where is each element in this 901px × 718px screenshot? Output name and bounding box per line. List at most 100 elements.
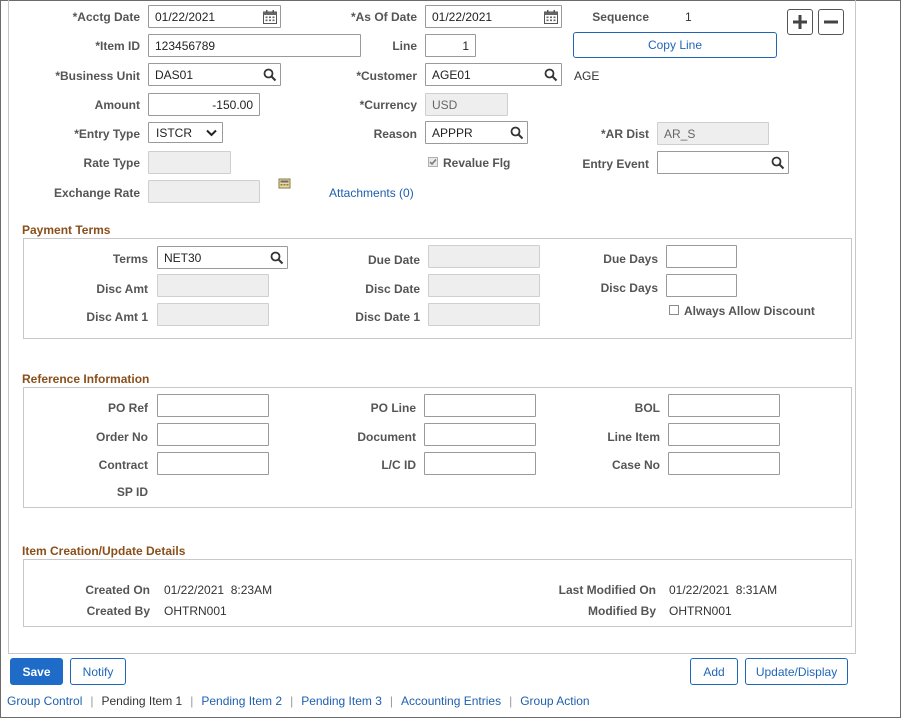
amount-label: Amount [94,98,140,112]
line-item-label: Line Item [607,430,660,444]
contract-input[interactable] [157,452,269,475]
currency-label: *Currency [359,98,417,112]
update-display-button[interactable]: Update/Display [745,658,848,685]
customer-label: *Customer [356,69,417,83]
tab-separator: | [90,694,94,708]
due-days-input[interactable] [666,245,737,268]
exchange-rate-calculator-icon[interactable] [278,177,292,190]
attachments-link[interactable]: Attachments (0) [329,186,414,200]
line-input[interactable] [425,34,476,57]
disc-amt-input [157,274,269,297]
tab-separator: | [290,694,294,708]
disc-days-label: Disc Days [600,281,658,295]
search-icon[interactable] [269,250,285,266]
disc-date-1-label: Disc Date 1 [355,310,420,324]
search-icon[interactable] [262,67,278,83]
notify-button[interactable]: Notify [70,658,126,685]
tab-pending-item-2[interactable]: Pending Item 2 [201,694,282,708]
last-modified-on-value: 01/22/2021 8:31AM [669,583,778,597]
revalue-flg-label: Revalue Flg [443,156,511,170]
search-icon[interactable] [509,125,525,141]
as-of-date-field[interactable] [425,5,562,28]
created-on-value: 01/22/2021 8:23AM [164,583,273,597]
as-of-date-input[interactable] [426,6,538,27]
contract-label: Contract [98,458,148,472]
calendar-icon[interactable] [262,9,278,25]
lc-id-input[interactable] [424,452,536,475]
acctg-date-field[interactable] [148,5,281,28]
tab-pending-item-1: Pending Item 1 [101,694,183,708]
entry-event-label: Entry Event [582,157,649,171]
entry-event-input[interactable] [658,152,768,173]
search-icon[interactable] [543,67,559,83]
reason-input[interactable] [426,122,506,143]
acctg-date-input[interactable] [149,6,259,27]
copy-line-button[interactable]: Copy Line [573,32,777,58]
disc-amt-1-label: Disc Amt 1 [86,310,148,324]
exchange-rate-input [148,180,260,203]
modified-by-label: Modified By [588,604,656,618]
tab-group-action[interactable]: Group Action [520,694,589,708]
calendar-icon[interactable] [543,9,559,25]
disc-date-input [428,274,540,297]
created-by-value: OHTRN001 [164,604,227,618]
bol-input[interactable] [668,394,780,417]
revalue-flg-checkbox[interactable] [428,157,438,167]
business-unit-field[interactable] [148,63,281,86]
lc-id-label: L/C ID [381,458,416,472]
always-allow-discount-checkbox[interactable] [669,305,679,315]
sequence-value: 1 [685,10,692,24]
po-ref-label: PO Ref [107,401,148,415]
entry-type-value: ISTCR [156,126,192,140]
tab-separator: | [389,694,394,708]
tab-separator: | [190,694,194,708]
tab-accounting-entries[interactable]: Accounting Entries [401,694,501,708]
checkmark-icon [429,159,437,166]
modified-by-value: OHTRN001 [669,604,732,618]
business-unit-input[interactable] [149,64,259,85]
terms-field[interactable] [157,246,288,269]
customer-input[interactable] [426,64,538,85]
case-no-label: Case No [611,458,660,472]
entry-event-field[interactable] [657,151,789,174]
order-no-label: Order No [95,430,148,444]
add-row-button[interactable] [787,9,813,35]
details-title: Item Creation/Update Details [22,544,186,558]
payment-terms-title: Payment Terms [22,223,111,237]
disc-days-input[interactable] [666,274,737,297]
po-ref-input[interactable] [157,394,269,417]
add-button[interactable]: Add [690,658,738,685]
plus-icon [793,15,807,29]
disc-amt-1-input [157,303,269,326]
customer-name: AGE [574,69,600,83]
ar-dist-input [657,122,769,145]
customer-field[interactable] [425,63,562,86]
ar-dist-label: *AR Dist [600,127,649,141]
line-item-input[interactable] [668,423,780,446]
due-date-input [428,245,540,268]
amount-input[interactable] [148,93,260,116]
reason-field[interactable] [425,121,528,144]
save-button[interactable]: Save [10,658,63,685]
created-by-label: Created By [86,604,150,618]
entry-type-select[interactable]: ISTCR [148,122,223,143]
as-of-date-label: *As Of Date [350,10,417,24]
case-no-input[interactable] [668,452,780,475]
document-input[interactable] [424,423,536,446]
po-line-input[interactable] [424,394,536,417]
terms-input[interactable] [158,247,266,268]
currency-input [425,93,508,116]
order-no-input[interactable] [157,423,269,446]
last-modified-on-label: Last Modified On [558,583,656,597]
exchange-rate-label: Exchange Rate [53,186,140,200]
po-line-label: PO Line [370,401,416,415]
due-days-label: Due Days [603,252,658,266]
tab-group-control[interactable]: Group Control [7,694,82,708]
rate-type-input [148,151,231,174]
terms-label: Terms [112,252,148,266]
item-id-label: *Item ID [95,39,140,53]
business-unit-label: *Business Unit [55,69,140,83]
search-icon[interactable] [770,155,786,171]
tab-pending-item-3[interactable]: Pending Item 3 [301,694,382,708]
delete-row-button[interactable] [818,9,844,35]
